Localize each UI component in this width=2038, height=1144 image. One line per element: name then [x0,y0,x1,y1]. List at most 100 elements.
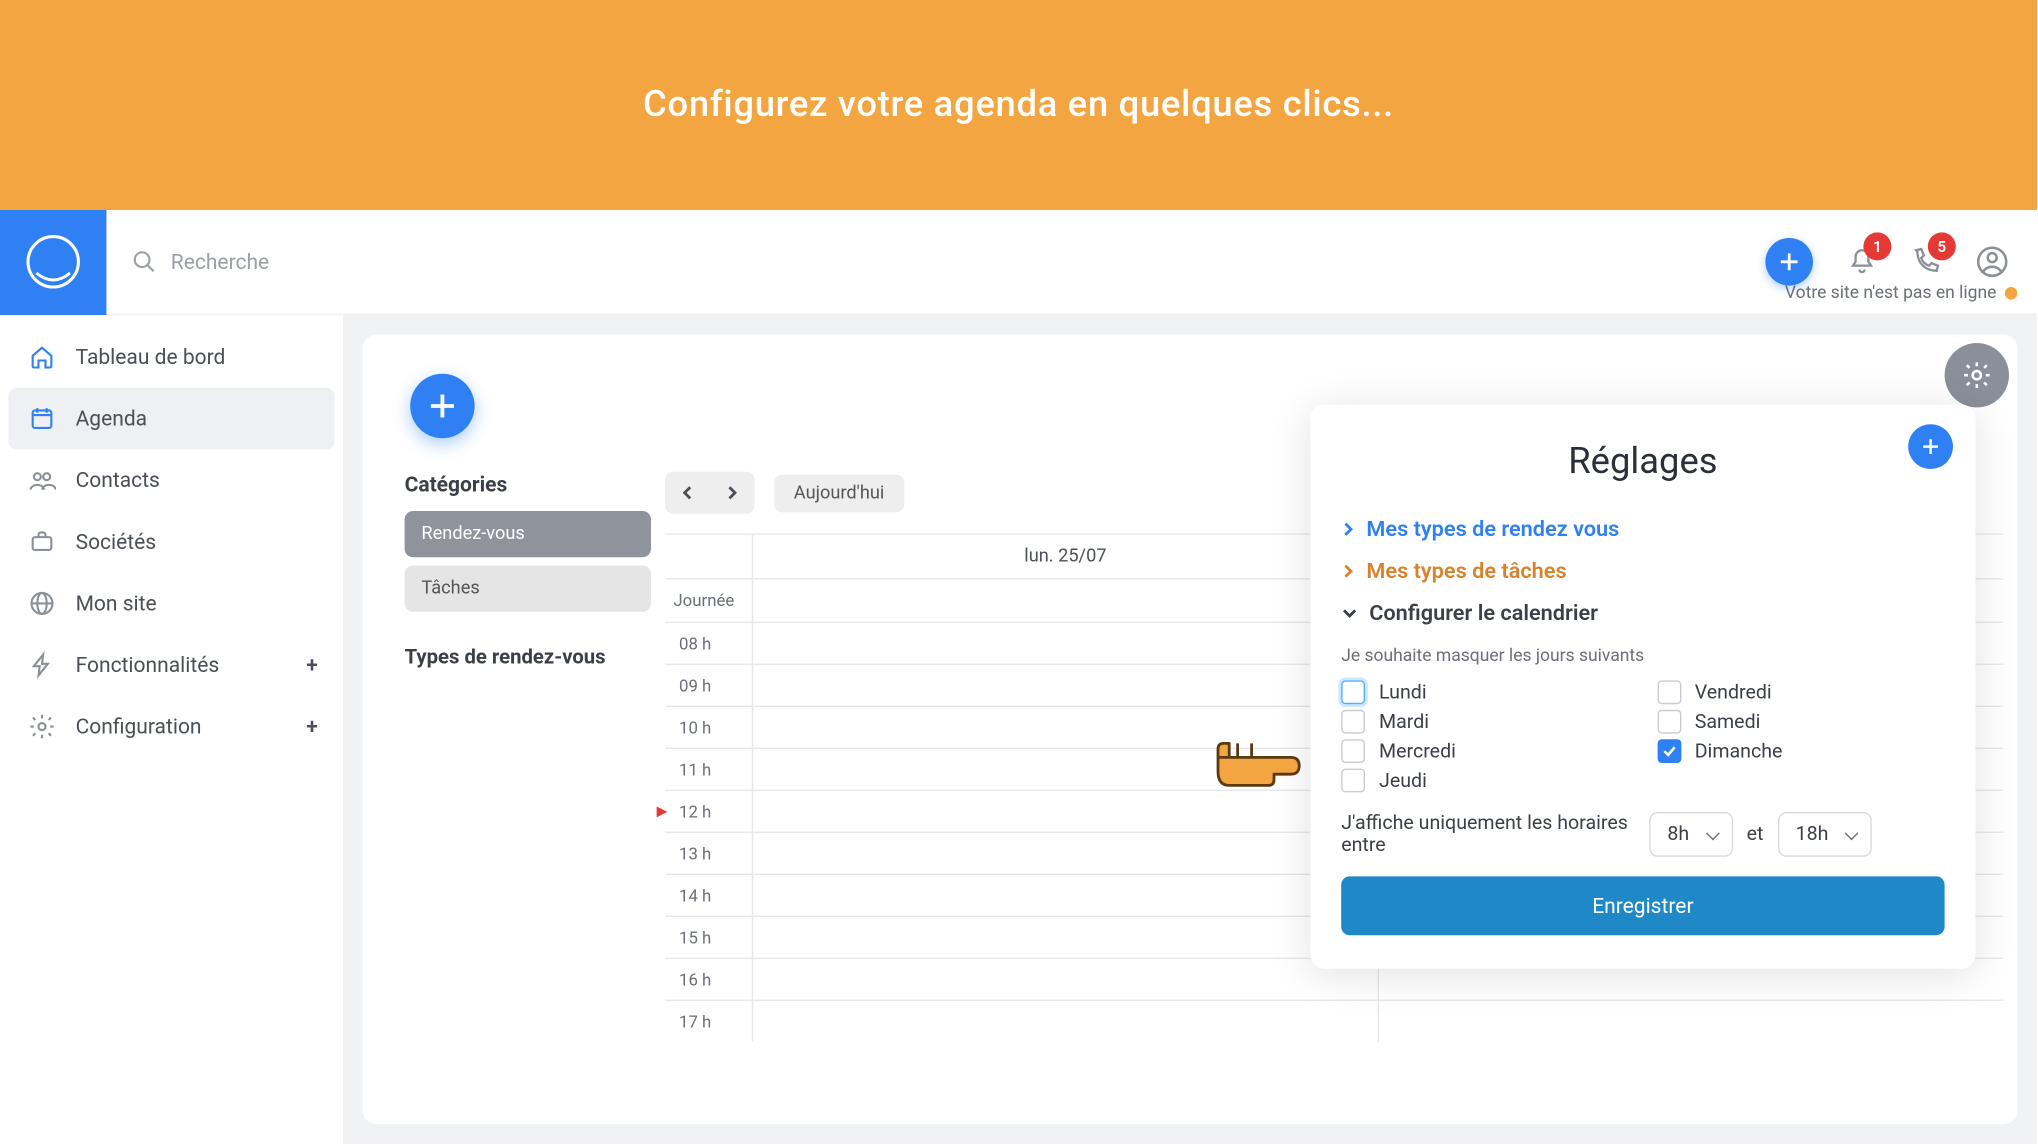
sidebar-item-configuration[interactable]: Configuration + [0,696,343,758]
category-tab-tasks[interactable]: Tâches [405,566,651,612]
hide-days-label: Je souhaite masquer les jours suivants [1341,645,1944,666]
expand-icon: + [306,714,318,739]
calls-button[interactable]: 5 [1911,246,1942,277]
search-input[interactable] [171,249,591,274]
sidebar-item-label: Tableau de bord [76,344,226,369]
profile-button[interactable] [1975,245,2009,279]
category-tab-rdv[interactable]: Rendez-vous [405,511,651,557]
settings-link-task-types[interactable]: Mes types de tâches [1341,550,1944,592]
day-checkbox-sat[interactable]: Samedi [1657,710,1945,734]
today-button[interactable]: Aujourd'hui [774,474,904,512]
checkbox-icon [1657,710,1681,734]
day-checkbox-fri[interactable]: Vendredi [1657,680,1945,704]
time-cell[interactable] [752,875,1378,916]
sidebar-item-label: Agenda [76,406,148,431]
time-row: 17 h [665,1000,2003,1042]
add-event-button[interactable] [410,374,474,438]
time-label: 08 h [665,623,752,664]
expand-icon: + [306,652,318,677]
time-cell[interactable] [752,959,1378,1000]
time-end-select[interactable]: 18h [1777,812,1871,857]
sidebar-item-companies[interactable]: Sociétés [0,511,343,573]
sidebar-item-label: Sociétés [76,529,157,554]
chevron-right-icon [1341,564,1355,578]
avatar-icon [1975,245,2009,279]
time-label: 16 h [665,959,752,1000]
chevron-right-icon [724,484,741,501]
settings-link-configure-calendar[interactable]: Configurer le calendrier [1341,592,1944,634]
calendar-icon [28,405,56,433]
globe-icon [28,589,56,617]
time-cell[interactable] [752,665,1378,706]
time-label: 15 h [665,917,752,958]
bolt-icon [28,651,56,679]
sidebar-item-label: Fonctionnalités [76,652,220,677]
sidebar-item-features[interactable]: Fonctionnalités + [0,634,343,696]
appointment-types-heading: Types de rendez-vous [405,645,651,669]
sidebar-item-label: Configuration [76,714,202,739]
allday-cell[interactable] [752,580,1378,622]
time-cell[interactable] [752,833,1378,874]
day-checkbox-tue[interactable]: Mardi [1341,710,1629,734]
checkbox-icon [1657,680,1681,704]
plus-icon [1778,251,1800,273]
site-offline-text: Votre site n'est pas en ligne [1785,283,1996,304]
time-label: 09 h [665,665,752,706]
time-cell[interactable] [752,623,1378,664]
day-checkbox-mon[interactable]: Lundi [1341,680,1629,704]
sidebar-item-label: Mon site [76,591,157,616]
search-icon [132,249,157,274]
next-week-button[interactable] [710,472,755,514]
save-button[interactable]: Enregistrer [1341,876,1944,935]
settings-add-button[interactable] [1908,424,1953,469]
sidebar-item-agenda[interactable]: Agenda [8,388,334,450]
sidebar-item-contacts[interactable]: Contacts [0,449,343,511]
gear-icon [1961,360,1992,391]
promo-banner: Configurez votre agenda en quelques clic… [0,0,2037,210]
logo-icon [22,231,84,293]
site-offline-status[interactable]: Votre site n'est pas en ligne [1785,283,2017,304]
settings-panel: Réglages Mes types de rendez vous Mes ty… [1310,405,1975,969]
chevron-right-icon [1341,522,1355,536]
time-start-select[interactable]: 8h [1649,812,1732,857]
day-checkbox-wed[interactable]: Mercredi [1341,739,1629,763]
time-label: 17 h [665,1001,752,1042]
add-button[interactable] [1765,238,1813,286]
checkbox-icon [1341,769,1365,793]
settings-link-rdv-types[interactable]: Mes types de rendez vous [1341,508,1944,550]
check-icon [1661,743,1676,758]
promo-banner-text: Configurez votre agenda en quelques clic… [643,84,1394,126]
sidebar-item-dashboard[interactable]: Tableau de bord [0,326,343,388]
briefcase-icon [28,528,56,556]
gear-icon [28,713,56,741]
time-cell[interactable] [752,917,1378,958]
app-logo[interactable] [0,209,106,314]
allday-label: Journée [665,580,752,622]
users-icon [28,466,56,494]
settings-title: Réglages [1341,441,1944,483]
time-cell[interactable] [1378,1001,2004,1042]
notifications-button[interactable]: 1 [1847,246,1878,277]
categories-heading: Catégories [405,472,651,497]
home-icon [28,343,56,371]
time-label: 10 h [665,707,752,748]
agenda-settings-button[interactable] [1945,343,2009,407]
time-label: 13 h [665,833,752,874]
plus-icon [427,391,458,422]
chevron-down-icon [1341,605,1358,622]
day-checkbox-thu[interactable]: Jeudi [1341,769,1629,793]
calls-badge: 5 [1928,232,1956,260]
checkbox-icon [1341,710,1365,734]
pointing-hand-icon [1204,729,1316,806]
time-cell[interactable] [752,1001,1378,1042]
day-checkbox-sun[interactable]: Dimanche [1657,739,1945,763]
prev-week-button[interactable] [665,472,710,514]
sidebar-item-my-site[interactable]: Mon site [0,573,343,635]
time-label: 12 h [665,791,752,832]
checkbox-icon [1341,680,1365,704]
notifications-badge: 1 [1863,232,1891,260]
day-header: lun. 25/07 [752,535,1378,578]
status-dot-icon [2005,287,2018,300]
categories-column: Catégories Rendez-vous Tâches Types de r… [363,472,665,1124]
search-bar[interactable] [132,249,1766,274]
